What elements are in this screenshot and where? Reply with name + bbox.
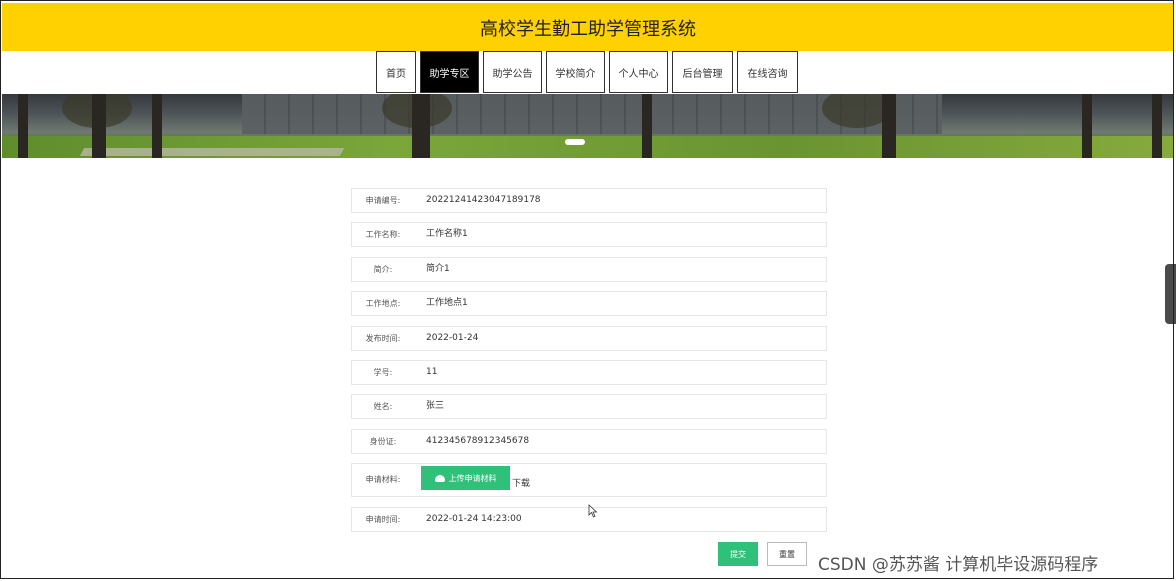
form-row-publish-date: 发布时间: 2022-01-24 (351, 325, 827, 351)
form-row-intro: 简介: 简介1 (351, 256, 827, 282)
side-float-tab[interactable] (1165, 264, 1176, 324)
main-nav: 首页 助学专区 助学公告 学校简介 个人中心 后台管理 在线咨询 (376, 51, 798, 93)
upload-materials-button[interactable]: 上传申请材料 (421, 466, 510, 491)
banner-tree (1082, 94, 1092, 158)
id-card-field[interactable]: 412345678912345678 (426, 430, 529, 453)
nav-item-home[interactable]: 首页 (376, 51, 416, 93)
field-label: 简介: (373, 264, 393, 274)
watermark: CSDN @苏苏酱 计算机毕设源码程序 (818, 555, 1099, 575)
mouse-cursor-icon (588, 504, 598, 518)
field-label: 申请时间: (365, 514, 401, 524)
application-no-field[interactable]: 20221241423047189178 (426, 189, 541, 212)
banner-tree (412, 94, 430, 158)
student-id-field[interactable]: 11 (426, 361, 437, 384)
field-label: 学号: (373, 367, 393, 377)
form-row-location: 工作地点: 工作地点1 (351, 291, 827, 317)
publish-date-field[interactable]: 2022-01-24 (426, 327, 478, 350)
download-link[interactable]: 下载 (512, 476, 530, 489)
submit-button[interactable]: 提交 (718, 542, 758, 566)
field-label: 工作名称: (365, 230, 401, 240)
banner-path (79, 148, 345, 156)
field-label: 姓名: (373, 402, 393, 412)
job-name-field[interactable]: 工作名称1 (426, 223, 468, 246)
form-row-id-card: 身份证: 412345678912345678 (351, 428, 827, 454)
upload-button-label: 上传申请材料 (448, 473, 497, 483)
field-label: 申请材料: (365, 475, 401, 485)
nav-item-aid-notice[interactable]: 助学公告 (483, 51, 542, 93)
nav-item-aid-zone[interactable]: 助学专区 (420, 51, 479, 93)
apply-time-field[interactable]: 2022-01-24 14:23:00 (426, 508, 522, 531)
intro-field[interactable]: 简介1 (426, 258, 450, 281)
form-row-materials: 申请材料: 上传申请材料 下载 (351, 463, 827, 498)
nav-item-online-consult[interactable]: 在线咨询 (737, 51, 798, 93)
nav-item-personal-center[interactable]: 个人中心 (609, 51, 668, 93)
carousel-indicator[interactable] (565, 139, 585, 145)
banner-tree (18, 94, 28, 158)
banner-carousel (2, 94, 1174, 158)
site-title: 高校学生勤工助学管理系统 (480, 19, 696, 40)
application-form: 申请编号: 20221241423047189178 工作名称: 工作名称1 简… (351, 188, 827, 541)
banner-tree (882, 94, 896, 158)
location-field[interactable]: 工作地点1 (426, 292, 468, 315)
nav-item-school-intro[interactable]: 学校简介 (546, 51, 605, 93)
field-label: 发布时间: (365, 333, 401, 343)
cloud-upload-icon (434, 474, 445, 482)
field-label: 申请编号: (365, 196, 401, 205)
reset-button[interactable]: 重置 (767, 542, 807, 566)
name-field[interactable]: 张三 (426, 395, 444, 418)
form-row-application-no: 申请编号: 20221241423047189178 (351, 188, 827, 213)
form-row-name: 姓名: 张三 (351, 394, 827, 420)
form-row-student-id: 学号: 11 (351, 359, 827, 385)
form-row-job-name: 工作名称: 工作名称1 (351, 222, 827, 248)
field-label: 身份证: (369, 436, 397, 446)
banner-tree (92, 94, 106, 158)
banner-tree (642, 94, 652, 158)
banner-tree (1152, 94, 1162, 158)
nav-item-admin[interactable]: 后台管理 (672, 51, 733, 93)
banner-tree (152, 94, 162, 158)
site-header: 高校学生勤工助学管理系统 (2, 3, 1174, 51)
field-label: 工作地点: (365, 299, 401, 309)
